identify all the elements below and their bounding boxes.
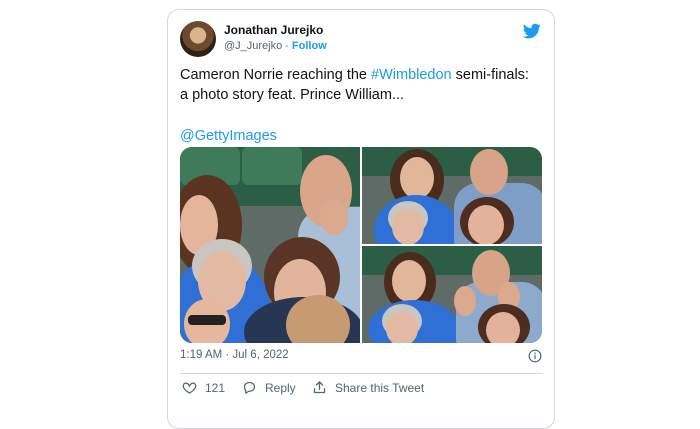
info-icon[interactable] [528, 349, 542, 363]
hashtag-link[interactable]: #Wimbledon [371, 67, 452, 83]
face-shape [468, 205, 504, 244]
like-button[interactable]: 121 [182, 380, 225, 395]
share-label: Share this Tweet [335, 380, 425, 395]
avatar[interactable] [180, 21, 216, 57]
share-button[interactable]: Share this Tweet [312, 380, 424, 395]
reply-icon [243, 381, 256, 394]
mention-link[interactable]: @GettyImages [180, 128, 277, 144]
divider [180, 373, 542, 374]
seat-shape [242, 147, 302, 185]
author-handle[interactable]: @J_Jurejko [224, 40, 282, 52]
tweet-meta: 1:19 AM · Jul 6, 2022 [180, 349, 542, 367]
tweet-text-part1: Cameron Norrie reaching the [180, 67, 372, 83]
separator-dot: · [285, 40, 289, 52]
photo-grid [180, 147, 542, 343]
photo-top-right[interactable] [362, 147, 542, 244]
author-name[interactable]: Jonathan Jurejko [224, 23, 323, 37]
photo-bottom-right[interactable] [362, 246, 542, 343]
face-shape [470, 149, 508, 195]
face-shape [392, 260, 426, 302]
hand-shape [454, 286, 476, 316]
reply-label: Reply [265, 380, 296, 395]
face-shape [400, 157, 434, 199]
like-count: 121 [205, 380, 226, 395]
timestamp[interactable]: 1:19 AM · Jul 6, 2022 [180, 349, 289, 361]
face-shape [486, 312, 520, 343]
tweet-text: Cameron Norrie reaching the #Wimbledon s… [180, 65, 530, 105]
hand-shape [320, 199, 348, 235]
heart-icon [182, 382, 197, 394]
tweet-card: Jonathan Jurejko @J_Jurejko · Follow Camer… [167, 9, 555, 429]
face-shape [392, 209, 424, 244]
sunglasses-shape [188, 315, 226, 325]
reply-button[interactable]: Reply [242, 380, 296, 395]
tweet-header: Jonathan Jurejko @J_Jurejko · Follow [180, 20, 542, 60]
author-handle-line: @J_Jurejko · Follow [224, 40, 327, 52]
share-icon [313, 381, 326, 394]
follow-button[interactable]: Follow [292, 40, 327, 52]
face-shape [386, 312, 418, 343]
tweet-actions: 121 Reply Share this Tweet [180, 380, 542, 402]
photo-left[interactable] [180, 147, 360, 343]
twitter-bird-icon[interactable] [522, 22, 542, 40]
